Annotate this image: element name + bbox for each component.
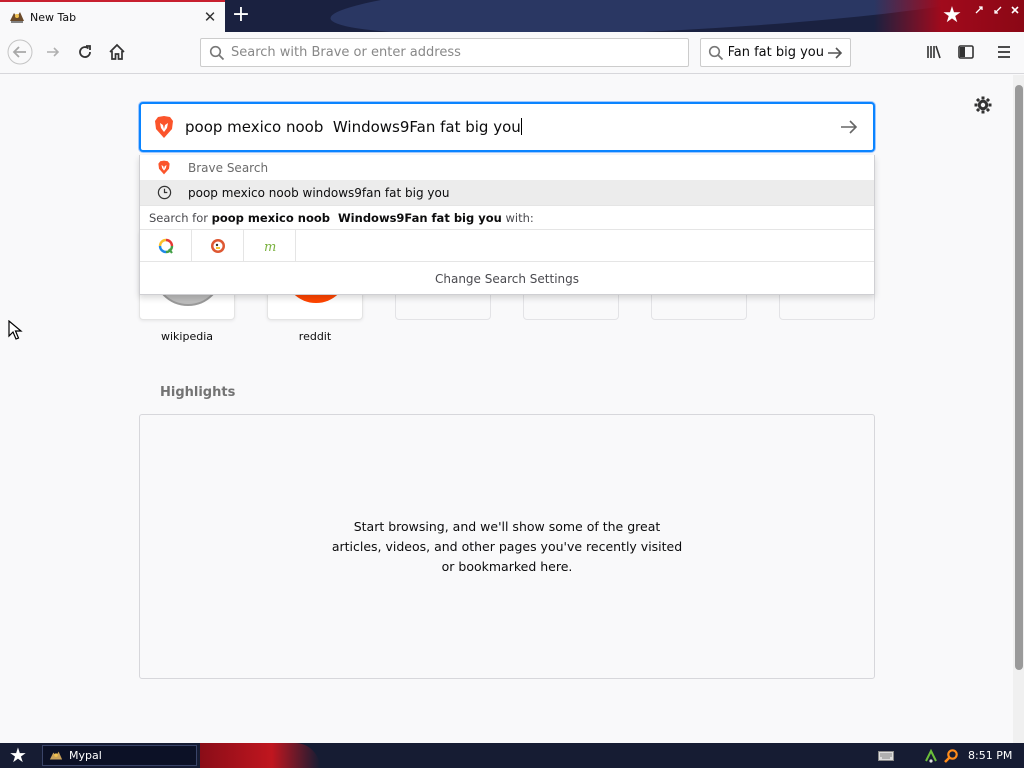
page-scrollbar[interactable] xyxy=(1013,75,1024,743)
back-button[interactable] xyxy=(6,38,34,66)
home-button[interactable] xyxy=(103,38,131,66)
search-for-query: poop mexico noob Windows9Fan fat big you xyxy=(211,211,502,225)
scrollbar-thumb[interactable] xyxy=(1015,85,1023,670)
search-icon xyxy=(209,45,225,60)
start-button[interactable]: ★ xyxy=(4,743,32,768)
keyboard-tray-icon[interactable] xyxy=(876,747,896,764)
star-start-icon: ★ xyxy=(9,743,27,767)
tab-strip: New Tab ✕ + ★ xyxy=(0,0,1024,32)
mypal-favicon-icon xyxy=(10,12,24,23)
top-site-label: wikipedia xyxy=(160,330,213,343)
taskbar-app-mypal[interactable]: Mypal xyxy=(42,745,197,766)
search-bar[interactable]: poop mexico noob Windows9Fan fat big you xyxy=(700,38,851,67)
star-logo-icon: ★ xyxy=(942,3,962,28)
engine-mojeek-button[interactable]: m xyxy=(244,230,296,262)
library-button[interactable] xyxy=(920,38,948,66)
keyboard-icon xyxy=(878,750,894,761)
newtab-search-input[interactable]: poop mexico noob Windows9Fan fat big you xyxy=(139,102,875,152)
reload-icon xyxy=(79,45,91,58)
mypal-app-icon xyxy=(49,751,63,759)
network-tray-icon[interactable] xyxy=(922,747,940,764)
duckduckgo-icon xyxy=(210,239,225,253)
taskbar-clock[interactable]: 8:51 PM xyxy=(968,743,1012,768)
search-tray-icon[interactable] xyxy=(942,747,960,764)
close-window-button[interactable] xyxy=(1008,4,1022,18)
one-off-engines: m xyxy=(140,230,874,262)
mojeek-icon: m xyxy=(264,240,276,254)
hamburger-menu-icon xyxy=(998,46,1010,58)
arrow-right-icon xyxy=(841,120,858,134)
tab-close-icon[interactable]: ✕ xyxy=(199,6,221,28)
engine-qwant-button[interactable] xyxy=(140,230,192,262)
search-for-line: Search for poop mexico noob Windows9Fan … xyxy=(140,205,874,230)
menu-button[interactable] xyxy=(990,38,1018,66)
newtab-search-go-button[interactable] xyxy=(835,113,863,141)
top-site-label: reddit xyxy=(298,330,332,343)
mouse-pointer-icon xyxy=(8,320,23,340)
taskbar-decoration xyxy=(200,743,320,768)
reload-button[interactable] xyxy=(71,38,99,66)
home-icon xyxy=(109,43,125,60)
search-bar-value[interactable]: poop mexico noob Windows9Fan fat big you xyxy=(729,45,824,60)
suggestions-engine-header: Brave Search xyxy=(140,155,874,180)
qwant-icon xyxy=(158,238,173,254)
engine-header-label: Brave Search xyxy=(188,160,269,175)
forward-arrow-icon xyxy=(47,47,60,57)
history-item-label: poop mexico noob windows9fan fat big you xyxy=(188,185,450,200)
magnifier-icon xyxy=(944,748,958,763)
newtab-search-text: poop mexico noob Windows9Fan fat big you xyxy=(185,118,521,136)
suggestion-history-item[interactable]: poop mexico noob windows9fan fat big you xyxy=(140,180,874,205)
highlights-heading[interactable]: Highlights xyxy=(160,385,235,400)
highlights-empty-state: Start browsing, and we'll show some of t… xyxy=(139,414,875,679)
maximize-button[interactable] xyxy=(991,4,1005,18)
search-suggestions-dropdown: Brave Search poop mexico noob windows9fa… xyxy=(139,155,875,295)
taskbar-app-label: Mypal xyxy=(69,749,102,762)
close-icon xyxy=(1011,6,1019,14)
engine-duckduckgo-button[interactable] xyxy=(192,230,244,262)
tab-new-tab[interactable]: New Tab ✕ xyxy=(0,0,225,32)
tab-title: New Tab xyxy=(30,10,77,24)
minimize-button[interactable] xyxy=(972,4,986,18)
sidebar-icon xyxy=(958,45,974,59)
svg-text:m: m xyxy=(264,240,276,254)
change-search-settings-button[interactable]: Change Search Settings xyxy=(140,263,874,295)
address-bar[interactable]: Search with Brave or enter address xyxy=(200,38,689,67)
search-icon xyxy=(708,45,724,60)
minimize-icon xyxy=(975,6,983,14)
library-icon xyxy=(927,45,941,59)
taskbar: ★ Mypal 8:51 PM xyxy=(0,743,1024,768)
text-caret xyxy=(520,118,522,135)
navigation-toolbar: Search with Brave or enter address poop … xyxy=(0,32,1024,74)
back-arrow-icon xyxy=(7,39,33,65)
new-tab-button[interactable]: + xyxy=(229,4,253,28)
forward-button[interactable] xyxy=(39,38,67,66)
brave-lion-icon xyxy=(155,116,173,138)
search-go-button[interactable] xyxy=(824,42,846,64)
arrow-right-icon xyxy=(828,46,843,59)
sidebar-button[interactable] xyxy=(952,38,980,66)
search-for-prefix: Search for xyxy=(149,211,212,225)
newtab-search-value[interactable]: poop mexico noob Windows9Fan fat big you xyxy=(185,118,835,136)
highlights-empty-message: Start browsing, and we'll show some of t… xyxy=(331,518,683,574)
address-bar-placeholder: Search with Brave or enter address xyxy=(231,45,461,60)
gear-icon[interactable] xyxy=(973,95,993,115)
brave-lion-icon xyxy=(156,160,172,176)
network-icon xyxy=(925,748,937,763)
maximize-icon xyxy=(994,6,1002,14)
search-for-suffix: with: xyxy=(501,211,534,225)
clock-icon xyxy=(156,185,172,201)
